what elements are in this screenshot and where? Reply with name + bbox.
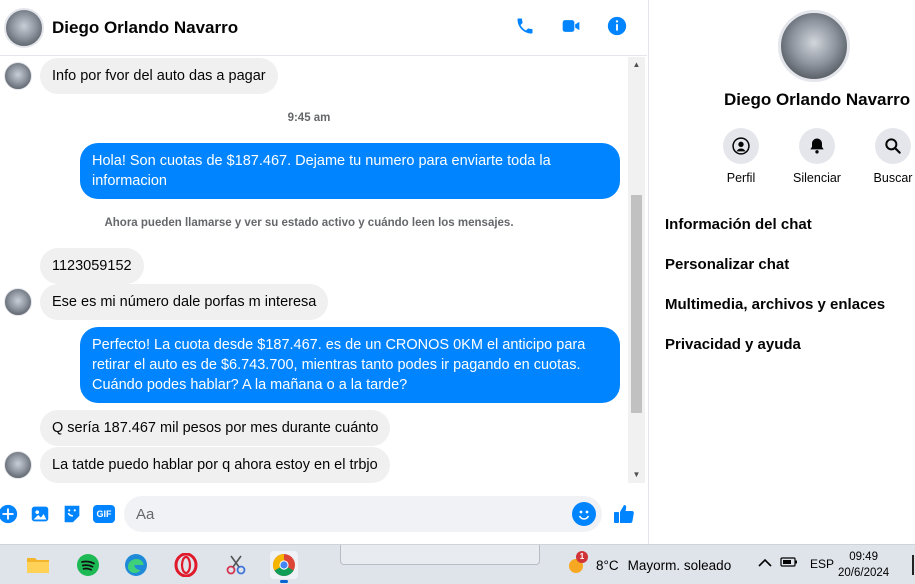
message-row-incoming: La tatde puedo hablar por q ahora estoy … xyxy=(4,447,390,483)
active-app-indicator xyxy=(280,580,288,583)
message-bubble-incoming[interactable]: Q sería 187.467 mil pesos por mes durant… xyxy=(40,410,391,446)
profile-name: Diego Orlando Navarro xyxy=(724,90,911,109)
contact-avatar[interactable] xyxy=(4,7,44,48)
sender-avatar[interactable] xyxy=(4,62,32,90)
snipping-tool-icon[interactable] xyxy=(222,551,250,579)
mute-label: Silenciar xyxy=(793,171,841,185)
message-list[interactable]: Info por fvor del auto das a pagar 9:45 … xyxy=(0,57,628,483)
weather-description: Mayorm. soleado xyxy=(627,557,732,573)
taskbar-search-box[interactable] xyxy=(340,545,540,565)
profile-button[interactable]: Perfil xyxy=(715,128,767,185)
message-input-placeholder: Aa xyxy=(136,505,155,523)
profile-avatar[interactable] xyxy=(778,10,850,82)
sender-avatar[interactable] xyxy=(4,288,32,316)
bell-icon xyxy=(799,128,835,164)
sender-avatar[interactable] xyxy=(4,451,32,479)
menu-chat-info[interactable]: Información del chat xyxy=(665,210,885,250)
system-tray: ESP xyxy=(758,556,834,571)
header-actions xyxy=(513,14,629,38)
system-notice: Ahora pueden llamarse y ver su estado ac… xyxy=(104,217,514,229)
message-row-outgoing: Hola! Son cuotas de $187.467. Dejame tu … xyxy=(80,143,620,199)
show-desktop-edge[interactable] xyxy=(912,555,914,575)
info-icon[interactable] xyxy=(605,14,629,38)
video-call-icon[interactable] xyxy=(559,14,583,38)
menu-privacy-help[interactable]: Privacidad y ayuda xyxy=(665,330,885,370)
message-row-incoming: Ese es mi número dale porfas m interesa xyxy=(4,284,329,320)
scroll-down-arrow-icon[interactable]: ▼ xyxy=(631,470,642,480)
message-bubble-outgoing[interactable]: Perfecto! La cuota desde $187.467. es de… xyxy=(80,327,620,403)
chat-header: Diego Orlando Navarro xyxy=(0,0,647,56)
sticker-icon[interactable] xyxy=(60,502,84,526)
weather-widget[interactable]: 1 8°C Mayorm. soleado xyxy=(566,551,732,575)
file-explorer-icon[interactable] xyxy=(24,551,52,579)
profile-icon xyxy=(723,128,759,164)
message-scrollbar[interactable]: ▲ ▼ xyxy=(628,57,645,483)
search-label: Buscar xyxy=(873,171,913,185)
weather-temperature: 8°C xyxy=(596,557,619,573)
image-icon[interactable] xyxy=(28,502,52,526)
mute-button[interactable]: Silenciar xyxy=(791,128,843,185)
clock-date: 20/6/2024 xyxy=(838,567,890,579)
edge-icon[interactable] xyxy=(122,551,150,579)
message-row-incoming: 1123059152 xyxy=(40,248,144,284)
spotify-icon[interactable] xyxy=(74,551,102,579)
opera-icon[interactable] xyxy=(172,551,200,579)
message-bubble-incoming[interactable]: La tatde puedo hablar por q ahora estoy … xyxy=(40,447,390,483)
weather-sun-icon: 1 xyxy=(566,551,588,575)
message-input[interactable]: Aa xyxy=(124,496,602,532)
scroll-up-arrow-icon[interactable]: ▲ xyxy=(631,60,642,70)
menu-media-files-links[interactable]: Multimedia, archivos y enlaces xyxy=(665,290,885,330)
chat-details-panel: Diego Orlando Navarro Perfil Silenciar B… xyxy=(648,0,915,544)
message-row-outgoing: Perfecto! La cuota desde $187.467. es de… xyxy=(80,327,620,403)
menu-customize-chat[interactable]: Personalizar chat xyxy=(665,250,885,290)
message-row-incoming: Q sería 187.467 mil pesos por mes durant… xyxy=(40,410,391,446)
gif-label: GIF xyxy=(93,505,115,523)
taskbar-clock[interactable]: 09:49 20/6/2024 xyxy=(838,549,889,581)
search-icon xyxy=(875,128,911,164)
profile-label: Perfil xyxy=(726,171,756,185)
chrome-icon[interactable] xyxy=(270,551,298,583)
messenger-window: Diego Orlando Navarro Info por fvor del … xyxy=(0,0,915,544)
message-timestamp: 9:45 am xyxy=(287,112,331,124)
message-row-incoming: Info por fvor del auto das a pagar xyxy=(4,58,278,94)
windows-taskbar: 1 8°C Mayorm. soleado ESP 09:49 20/6/202… xyxy=(0,544,915,584)
search-button[interactable]: Buscar xyxy=(867,128,915,185)
emoji-icon[interactable] xyxy=(572,502,596,526)
chat-column: Diego Orlando Navarro Info por fvor del … xyxy=(0,0,647,544)
like-icon[interactable] xyxy=(612,502,636,531)
message-bubble-incoming[interactable]: 1123059152 xyxy=(40,248,144,284)
weather-notification-badge: 1 xyxy=(576,551,588,563)
contact-name[interactable]: Diego Orlando Navarro xyxy=(52,18,238,38)
profile-actions: Perfil Silenciar Buscar xyxy=(715,128,915,185)
message-bubble-incoming[interactable]: Ese es mi número dale porfas m interesa xyxy=(40,284,329,320)
message-bubble-outgoing[interactable]: Hola! Son cuotas de $187.467. Dejame tu … xyxy=(80,143,620,199)
plus-icon[interactable] xyxy=(0,502,20,526)
input-language[interactable]: ESP xyxy=(810,557,834,571)
message-bubble-incoming[interactable]: Info por fvor del auto das a pagar xyxy=(40,58,278,94)
chevron-up-icon[interactable] xyxy=(758,557,772,571)
phone-icon[interactable] xyxy=(513,14,537,38)
clock-time: 09:49 xyxy=(849,551,878,563)
message-composer: GIF Aa xyxy=(0,488,647,540)
scroll-thumb[interactable] xyxy=(631,195,642,413)
battery-icon[interactable] xyxy=(780,556,798,571)
details-menu: Información del chat Personalizar chat M… xyxy=(665,210,885,370)
gif-icon[interactable]: GIF xyxy=(92,502,116,526)
